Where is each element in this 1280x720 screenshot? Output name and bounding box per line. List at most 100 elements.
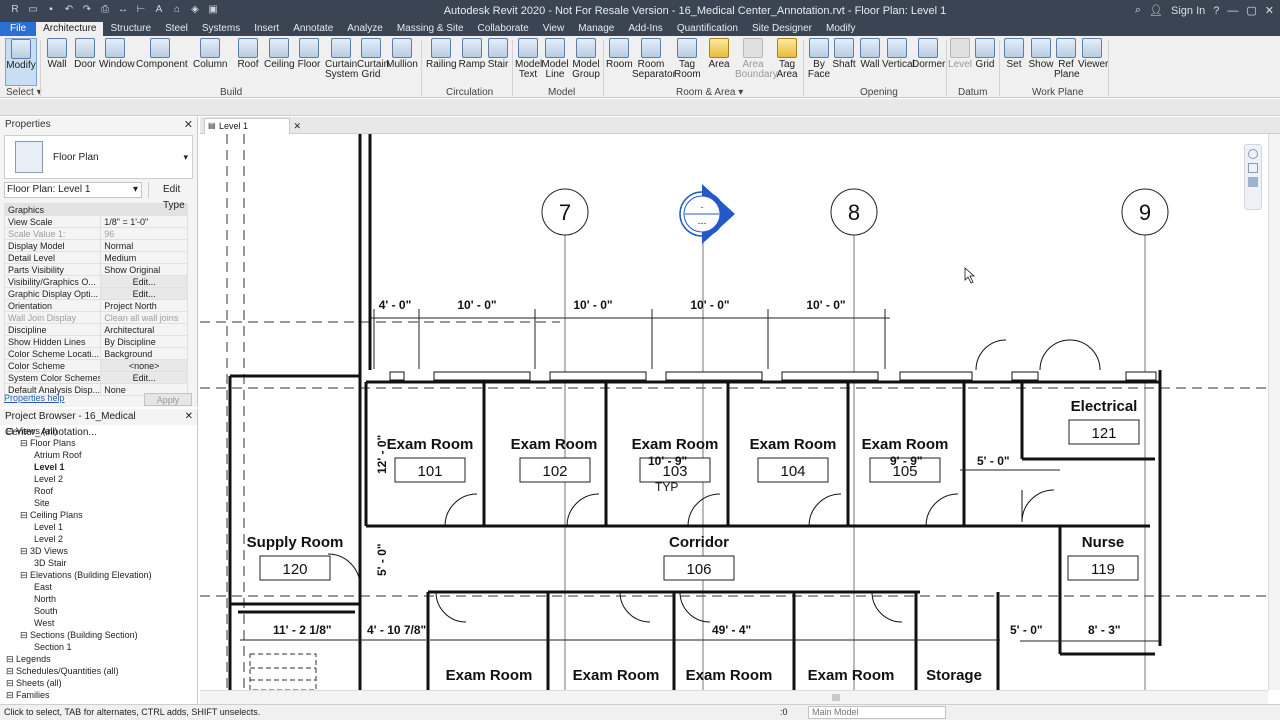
- browser-item[interactable]: ⊟ Families: [0, 689, 197, 701]
- close-icon[interactable]: ✕: [185, 409, 193, 425]
- room-button[interactable]: Room: [606, 38, 633, 70]
- browser-item[interactable]: ⊟ Sheets (all): [0, 677, 197, 689]
- property-row[interactable]: Color Scheme Locati... Background: [3, 347, 188, 360]
- property-row[interactable]: Scale Value 1: 96: [3, 227, 188, 240]
- property-row[interactable]: System Color Schemes Edit...: [3, 371, 188, 384]
- property-row[interactable]: Visibility/Graphics O... Edit...: [3, 275, 188, 288]
- ramp-button[interactable]: Ramp: [458, 38, 486, 70]
- property-value[interactable]: Edit...: [100, 371, 188, 384]
- model-text-button[interactable]: Model Text: [515, 38, 542, 80]
- tab-quantification[interactable]: Quantification: [670, 22, 745, 36]
- browser-item[interactable]: West: [0, 617, 197, 629]
- tab-systems[interactable]: Systems: [195, 22, 247, 36]
- railing-button[interactable]: Railing: [426, 38, 457, 70]
- tab-file[interactable]: File: [0, 22, 37, 36]
- drawing-area[interactable]: 7 8 9 - --- 4' - 0" 10' - 0" 10' - 0" 10…: [200, 134, 1268, 690]
- tab-manage[interactable]: Manage: [571, 22, 621, 36]
- roof-button[interactable]: Roof: [236, 38, 260, 70]
- property-value[interactable]: Clean all wall joins: [100, 311, 188, 324]
- mullion-button[interactable]: Mullion: [386, 38, 418, 70]
- tag-room-button[interactable]: Tag Room: [674, 38, 701, 80]
- close-button[interactable]: ✕: [1265, 4, 1274, 17]
- navigation-bar[interactable]: [1244, 144, 1262, 210]
- property-value[interactable]: Project North: [100, 299, 188, 312]
- instance-selector[interactable]: Floor Plan: Level 1 ▾: [4, 182, 142, 198]
- property-value[interactable]: Edit...: [100, 275, 188, 288]
- steering-wheel-icon[interactable]: [1248, 149, 1258, 159]
- room-area-group-label[interactable]: Room & Area ▾: [676, 87, 743, 98]
- zoom-extents-icon[interactable]: [1248, 177, 1258, 187]
- property-row[interactable]: Parts Visibility Show Original: [3, 263, 188, 276]
- property-value[interactable]: Edit...: [100, 287, 188, 300]
- horizontal-scrollbar[interactable]: [200, 690, 1268, 704]
- tab-view[interactable]: View: [536, 22, 572, 36]
- maximize-button[interactable]: ▢: [1246, 4, 1256, 17]
- room-separator-button[interactable]: Room Separator: [632, 38, 676, 80]
- set-button[interactable]: Set: [1002, 38, 1026, 70]
- edit-type-button[interactable]: Edit Type: [148, 182, 193, 211]
- tab-structure[interactable]: Structure: [103, 22, 158, 36]
- property-row[interactable]: View Scale 1/8" = 1'-0": [3, 215, 188, 228]
- browser-item[interactable]: Level 1: [0, 521, 197, 533]
- wall-opening-button[interactable]: Wall: [858, 38, 882, 70]
- browser-item[interactable]: East: [0, 581, 197, 593]
- browser-item[interactable]: Level 1: [0, 461, 197, 473]
- door-button[interactable]: Door: [72, 38, 98, 70]
- property-value[interactable]: Show Original: [100, 263, 188, 276]
- window-button[interactable]: Window: [99, 38, 135, 70]
- browser-item[interactable]: Roof: [0, 485, 197, 497]
- wall-button[interactable]: Wall: [44, 38, 70, 70]
- tab-collaborate[interactable]: Collaborate: [471, 22, 536, 36]
- property-value[interactable]: By Discipline: [100, 335, 188, 348]
- property-row[interactable]: Discipline Architectural: [3, 323, 188, 336]
- browser-item[interactable]: ⊟ Schedules/Quantities (all): [0, 665, 197, 677]
- area-button[interactable]: Area: [706, 38, 732, 70]
- column-button[interactable]: Column: [193, 38, 227, 70]
- curtain-grid-button[interactable]: Curtain Grid: [357, 38, 389, 80]
- property-row[interactable]: Wall Join Display Clean all wall joins: [3, 311, 188, 324]
- property-row[interactable]: Detail Level Medium: [3, 251, 188, 264]
- tab-insert[interactable]: Insert: [247, 22, 286, 36]
- type-selector[interactable]: Floor Plan ▾: [4, 135, 193, 179]
- tab-modify[interactable]: Modify: [819, 22, 862, 36]
- dormer-button[interactable]: Dormer: [912, 38, 945, 70]
- browser-item[interactable]: Site: [0, 497, 197, 509]
- property-value[interactable]: Architectural: [100, 323, 188, 336]
- property-row[interactable]: Display Model Normal: [3, 239, 188, 252]
- tab-annotate[interactable]: Annotate: [286, 22, 340, 36]
- stair-button[interactable]: Stair: [486, 38, 510, 70]
- tab-analyze[interactable]: Analyze: [340, 22, 390, 36]
- search-icon[interactable]: ⌕: [1135, 4, 1141, 17]
- browser-item[interactable]: Atrium Roof: [0, 449, 197, 461]
- design-option-selector[interactable]: Main Model: [808, 706, 946, 719]
- property-value[interactable]: Background: [100, 347, 188, 360]
- scroll-thumb[interactable]: [832, 694, 840, 701]
- browser-item[interactable]: 3D Stair: [0, 557, 197, 569]
- property-value[interactable]: 1/8" = 1'-0": [100, 215, 188, 228]
- tab-site-designer[interactable]: Site Designer: [745, 22, 819, 36]
- help-icon[interactable]: ?: [1213, 5, 1219, 17]
- browser-item[interactable]: ⊟ Ceiling Plans: [0, 509, 197, 521]
- tag-area-button[interactable]: Tag Area: [775, 38, 799, 80]
- property-value[interactable]: <none>: [100, 359, 188, 372]
- close-icon[interactable]: ✕: [184, 117, 193, 133]
- sign-in-link[interactable]: Sign In: [1171, 5, 1205, 17]
- minimize-button[interactable]: —: [1227, 5, 1238, 17]
- browser-item[interactable]: North: [0, 593, 197, 605]
- shaft-button[interactable]: Shaft: [832, 38, 856, 70]
- property-value[interactable]: 96: [100, 227, 188, 240]
- user-icon[interactable]: 👤︎: [1149, 4, 1163, 17]
- property-group[interactable]: Graphics: [4, 203, 188, 216]
- show-button[interactable]: Show: [1028, 38, 1054, 70]
- model-line-button[interactable]: Model Line: [541, 38, 569, 80]
- property-row[interactable]: Color Scheme <none>: [3, 359, 188, 372]
- property-row[interactable]: Show Hidden Lines By Discipline: [3, 335, 188, 348]
- tab-add-ins[interactable]: Add-Ins: [621, 22, 669, 36]
- floor-button[interactable]: Floor: [297, 38, 321, 70]
- vertical-button[interactable]: Vertical: [882, 38, 915, 70]
- viewer-button[interactable]: Viewer: [1078, 38, 1108, 70]
- browser-item[interactable]: ⊟ Elevations (Building Elevation): [0, 569, 197, 581]
- ceiling-button[interactable]: Ceiling: [264, 38, 295, 70]
- component-button[interactable]: Component: [136, 38, 188, 70]
- browser-item[interactable]: ⊟ 3D Views: [0, 545, 197, 557]
